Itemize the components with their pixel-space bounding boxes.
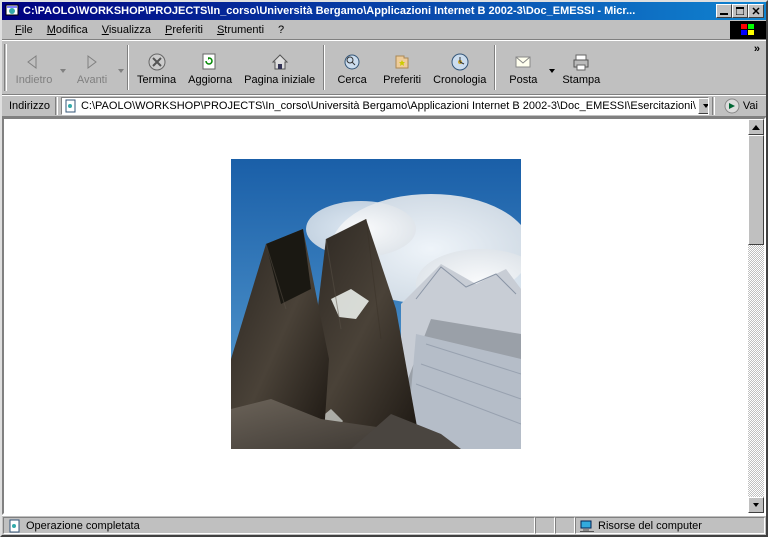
titlebar: C:\PAOLO\WORKSHOP\PROJECTS\In_corso\Univ… [2,2,766,20]
window-title: C:\PAOLO\WORKSHOP\PROJECTS\In_corso\Univ… [23,5,716,17]
print-label: Stampa [562,75,600,86]
home-label: Pagina iniziale [244,75,315,86]
toolbar: Indietro Avanti Termina Aggiorna Pagina … [2,40,766,95]
mail-icon [512,51,534,73]
favorites-button[interactable]: Preferiti [377,41,427,94]
status-panel-empty2 [555,517,575,534]
address-text: C:\PAOLO\WORKSHOP\PROJECTS\In_corso\Univ… [81,100,696,112]
zone-panel: Risorse del computer [575,517,765,534]
go-icon [724,98,740,114]
history-icon [449,51,471,73]
history-button[interactable]: Cronologia [427,41,492,94]
print-button[interactable]: Stampa [556,41,606,94]
stop-button[interactable]: Termina [131,41,182,94]
toolbar-separator [127,45,129,90]
scroll-up-button[interactable] [748,119,764,135]
stop-icon [146,51,168,73]
favorites-label: Preferiti [383,75,421,86]
search-button[interactable]: Cerca [327,41,377,94]
scroll-down-button[interactable] [748,497,764,513]
refresh-icon [199,51,221,73]
addressbar: Indirizzo C:\PAOLO\WORKSHOP\PROJECTS\In_… [2,95,766,117]
back-button[interactable]: Indietro [9,41,59,94]
window-controls [716,4,764,18]
zone-text: Risorse del computer [598,520,702,532]
refresh-label: Aggiorna [188,75,232,86]
computer-icon [580,519,594,533]
toolbar-separator [323,45,325,90]
forward-button[interactable]: Avanti [67,41,117,94]
windows-logo-icon [730,21,766,39]
mountain-image [231,159,521,449]
stop-label: Termina [137,75,176,86]
status-panel-empty1 [535,517,555,534]
toolbar-grip[interactable] [4,44,7,91]
forward-dropdown[interactable] [117,41,125,94]
scroll-thumb[interactable] [748,135,764,245]
favorites-icon [391,51,413,73]
go-button[interactable]: Vai [718,98,764,114]
mail-button[interactable]: Posta [498,41,548,94]
vertical-scrollbar[interactable] [748,119,764,513]
home-button[interactable]: Pagina iniziale [238,41,321,94]
print-icon [570,51,592,73]
address-label: Indirizzo [4,100,55,112]
go-label: Vai [743,100,758,112]
toolbar-separator [494,45,496,90]
address-dropdown[interactable] [698,98,709,114]
minimize-button[interactable] [716,4,732,18]
menu-preferiti[interactable]: Preferiti [158,22,210,38]
search-label: Cerca [337,75,366,86]
status-text: Operazione completata [26,520,140,532]
back-label: Indietro [16,75,53,86]
status-panel: Operazione completata [3,517,535,534]
browser-window: C:\PAOLO\WORKSHOP\PROJECTS\In_corso\Univ… [0,0,768,537]
menu-strumenti[interactable]: Strumenti [210,22,271,38]
menu-file[interactable]: File [8,22,40,38]
refresh-button[interactable]: Aggiorna [182,41,238,94]
maximize-button[interactable] [732,4,748,18]
back-arrow-icon [23,51,45,73]
go-grip[interactable] [712,97,715,115]
page-content [4,119,748,513]
document-icon [8,519,22,533]
forward-label: Avanti [77,75,107,86]
content-area [2,117,766,515]
home-icon [269,51,291,73]
menubar: File Modifica Visualizza Preferiti Strum… [2,20,766,40]
menu-modifica[interactable]: Modifica [40,22,95,38]
history-label: Cronologia [433,75,486,86]
menu-visualizza[interactable]: Visualizza [95,22,158,38]
page-icon [64,99,78,113]
menu-help[interactable]: ? [271,22,291,38]
back-dropdown[interactable] [59,41,67,94]
addressbar-grip[interactable] [55,97,58,115]
toolbar-overflow[interactable]: » [748,41,766,94]
address-field[interactable]: C:\PAOLO\WORKSHOP\PROJECTS\In_corso\Univ… [61,97,709,115]
statusbar: Operazione completata Risorse del comput… [2,515,766,535]
search-icon [341,51,363,73]
mail-label: Posta [509,75,537,86]
close-button[interactable] [748,4,764,18]
forward-arrow-icon [81,51,103,73]
scroll-track[interactable] [748,135,764,497]
mail-dropdown[interactable] [548,41,556,94]
app-icon [4,3,20,19]
